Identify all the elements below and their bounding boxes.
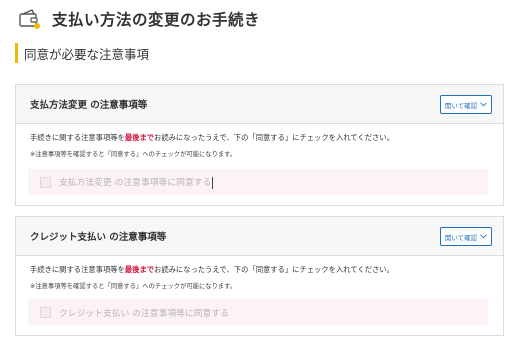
- instruction-before: 手続きに関する注意事項等を: [30, 133, 125, 142]
- agree-checkbox-row[interactable]: 支払方法変更 の注意事項等に同意する: [28, 169, 488, 195]
- open-confirm-label: 開いて確認: [444, 234, 478, 242]
- open-confirm-button[interactable]: 開いて確認: [440, 95, 492, 114]
- card-header: 支払方法変更 の注意事項等 開いて確認: [16, 85, 503, 124]
- instruction-text: 手続きに関する注意事項等を最後までお読みになったうえで、下の「同意する」にチェッ…: [30, 264, 489, 276]
- note-text: ※注意事項等を確認すると「同意する」へのチェックが可能になります。: [30, 283, 237, 290]
- card-title: クレジット支払い の注意事項等: [30, 232, 167, 243]
- agree-checkbox[interactable]: [40, 306, 51, 318]
- agree-checkbox-row[interactable]: クレジット支払い の注意事項等に同意する: [28, 299, 488, 325]
- instruction-after: お読みになったうえで、下の「同意する」にチェックを入れてください。: [154, 133, 394, 142]
- section-heading-label: 同意が必要な注意事項: [24, 46, 150, 62]
- instruction-before: 手続きに関する注意事項等を: [30, 265, 125, 274]
- open-confirm-button[interactable]: 開いて確認: [440, 227, 492, 246]
- card-body: 手続きに関する注意事項等を最後までお読みになったうえで、下の「同意する」にチェッ…: [16, 124, 503, 158]
- card-body: 手続きに関する注意事項等を最後までお読みになったうえで、下の「同意する」にチェッ…: [16, 256, 503, 290]
- instruction-after: お読みになったうえで、下の「同意する」にチェックを入れてください。: [154, 265, 394, 274]
- section-heading: 同意が必要な注意事項: [15, 43, 149, 63]
- note-text: ※注意事項等を確認すると「同意する」へのチェックが可能になります。: [30, 151, 237, 158]
- instruction-emphasis: 最後まで: [124, 133, 155, 142]
- agree-checkbox[interactable]: [40, 176, 51, 188]
- chevron-down-icon: [480, 102, 488, 107]
- instruction-emphasis: 最後まで: [124, 265, 155, 274]
- text-cursor: [212, 176, 214, 189]
- agree-label: クレジット支払い の注意事項等に同意する: [59, 308, 229, 319]
- notice-card-payment-change: 支払方法変更 の注意事項等 開いて確認 手続きに関する注意事項等を最後までお読み…: [15, 84, 504, 206]
- instruction-text: 手続きに関する注意事項等を最後までお読みになったうえで、下の「同意する」にチェッ…: [30, 132, 489, 144]
- page-header: 支払い方法の変更のお手続き: [18, 6, 260, 32]
- notice-card-credit-payment: クレジット支払い の注意事項等 開いて確認 手続きに関する注意事項等を最後までお…: [15, 216, 504, 336]
- card-title: 支払方法変更 の注意事項等: [30, 100, 148, 111]
- chevron-down-icon: [480, 234, 488, 239]
- agree-label: 支払方法変更 の注意事項等に同意する: [59, 176, 214, 189]
- open-confirm-label: 開いて確認: [444, 102, 478, 110]
- page-title: 支払い方法の変更のお手続き: [52, 11, 261, 29]
- card-header: クレジット支払い の注意事項等 開いて確認: [16, 217, 503, 256]
- wallet-icon: [19, 9, 40, 29]
